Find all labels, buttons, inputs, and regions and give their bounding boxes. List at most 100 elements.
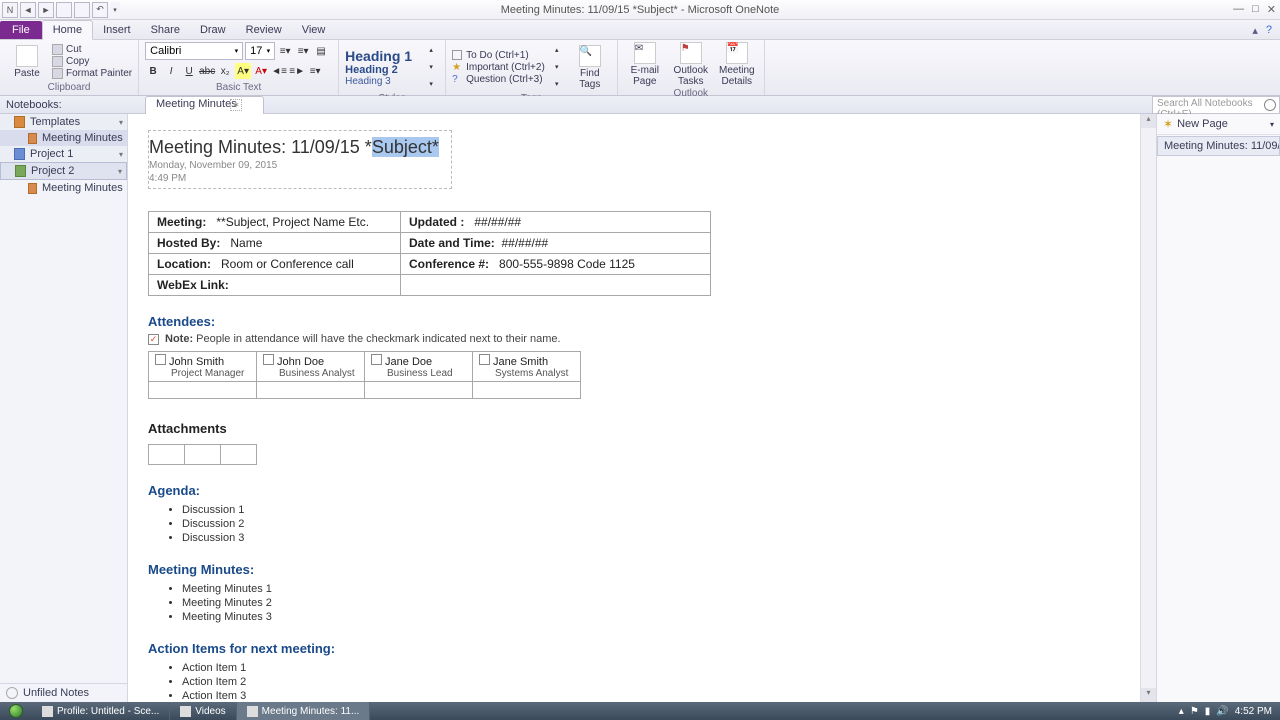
italic-button[interactable]: I xyxy=(163,63,179,79)
highlight-button[interactable]: A▾ xyxy=(235,63,251,79)
format-painter-button[interactable]: Format Painter xyxy=(52,68,132,79)
scrollbar[interactable]: ▴ ▾ xyxy=(1140,114,1156,702)
list-item[interactable]: Action Item 2 xyxy=(182,676,1144,688)
more-text-button[interactable]: ▤ xyxy=(313,43,329,59)
meeting-info-table[interactable]: Meeting: **Subject, Project Name Etc. Up… xyxy=(148,211,711,296)
tab-draw[interactable]: Draw xyxy=(190,21,236,39)
tags-more[interactable]: ▾ xyxy=(549,76,565,92)
tags-prev[interactable]: ▴ xyxy=(549,42,565,58)
attendee-cell[interactable]: John SmithProject Manager xyxy=(149,352,257,382)
checkbox-icon[interactable] xyxy=(263,354,274,365)
add-section-button[interactable]: ✶ xyxy=(230,99,242,111)
styles-next[interactable]: ▾ xyxy=(423,59,439,75)
tags-gallery[interactable]: To Do (Ctrl+1) ★Important (Ctrl+2) ?Ques… xyxy=(452,50,545,85)
list-item[interactable]: Discussion 1 xyxy=(182,504,1144,516)
page-item[interactable]: Meeting Minutes: 11/09/15 *Su xyxy=(1157,136,1280,156)
list-item[interactable]: Discussion 2 xyxy=(182,518,1144,530)
tag-important[interactable]: ★Important (Ctrl+2) xyxy=(452,62,545,73)
attendee-empty-cell[interactable] xyxy=(365,382,473,399)
tab-home[interactable]: Home xyxy=(42,20,93,40)
tag-todo[interactable]: To Do (Ctrl+1) xyxy=(452,50,545,61)
list-item[interactable]: Meeting Minutes 3 xyxy=(182,611,1144,623)
tray-network-icon[interactable]: ▮ xyxy=(1205,706,1211,717)
font-size-select[interactable]: 17▾ xyxy=(245,42,275,60)
subscript-button[interactable]: x₂ xyxy=(217,63,233,79)
cut-button[interactable]: Cut xyxy=(52,44,132,55)
actions-list[interactable]: Action Item 1 Action Item 2 Action Item 3 xyxy=(182,662,1144,702)
scroll-up-button[interactable]: ▴ xyxy=(1141,114,1156,128)
find-tags-button[interactable]: 🔍 Find Tags xyxy=(569,45,611,90)
attachments-table[interactable] xyxy=(148,444,257,465)
note-canvas[interactable]: Meeting Minutes: 11/09/15 *Subject* Mond… xyxy=(128,114,1156,702)
taskbar-item[interactable]: Videos xyxy=(170,702,236,720)
taskbar-item[interactable]: Profile: Untitled - Sce... xyxy=(32,702,170,720)
style-heading3[interactable]: Heading 3 xyxy=(345,76,419,87)
scroll-down-button[interactable]: ▾ xyxy=(1141,688,1156,702)
attendee-cell[interactable]: John DoeBusiness Analyst xyxy=(257,352,365,382)
checkbox-icon[interactable] xyxy=(479,354,490,365)
bold-button[interactable]: B xyxy=(145,63,161,79)
style-heading1[interactable]: Heading 1 xyxy=(345,48,419,64)
tab-file[interactable]: File xyxy=(0,21,42,39)
meeting-details-button[interactable]: 📅Meeting Details xyxy=(716,42,758,87)
styles-gallery[interactable]: Heading 1 Heading 2 Heading 3 xyxy=(345,48,419,87)
tags-next[interactable]: ▾ xyxy=(549,59,565,75)
new-page-button[interactable]: ✶ New Page ▾ xyxy=(1157,114,1280,135)
sidebar-notebook-templates[interactable]: Templates ▾ xyxy=(0,114,127,130)
numbering-button[interactable]: ≡▾ xyxy=(295,43,311,59)
system-tray[interactable]: ▴ ⚑ ▮ 🔊 4:52 PM xyxy=(1179,706,1280,717)
styles-prev[interactable]: ▴ xyxy=(423,42,439,58)
note-title[interactable]: Meeting Minutes: 11/09/15 *Subject* xyxy=(149,137,439,158)
chevron-down-icon[interactable]: ▾ xyxy=(119,150,123,159)
sidebar-notebook-project1[interactable]: Project 1 ▾ xyxy=(0,146,127,162)
font-name-select[interactable]: Calibri▾ xyxy=(145,42,243,60)
section-tab[interactable]: Meeting Minutes xyxy=(145,96,264,114)
styles-more[interactable]: ▾ xyxy=(423,76,439,92)
maximize-button[interactable]: □ xyxy=(1252,3,1259,16)
sidebar-section-meeting-minutes[interactable]: Meeting Minutes xyxy=(0,130,127,146)
sidebar-section-p2-meeting-minutes[interactable]: Meeting Minutes xyxy=(0,180,127,196)
copy-button[interactable]: Copy xyxy=(52,56,132,67)
chevron-down-icon[interactable]: ▾ xyxy=(119,118,123,127)
list-item[interactable]: Meeting Minutes 1 xyxy=(182,583,1144,595)
sidebar-notebook-project2[interactable]: Project 2 ▾ xyxy=(0,162,127,180)
paste-button[interactable]: Paste xyxy=(6,45,48,79)
note-title-container[interactable]: Meeting Minutes: 11/09/15 *Subject* Mond… xyxy=(148,130,452,189)
help-icon[interactable]: ? xyxy=(1266,24,1272,37)
align-button[interactable]: ≡▾ xyxy=(307,63,323,79)
tray-time[interactable]: 4:52 PM xyxy=(1235,706,1272,717)
font-color-button[interactable]: A▾ xyxy=(253,63,269,79)
ribbon-minimize-icon[interactable]: ▴ xyxy=(1252,24,1258,37)
tray-arrow-icon[interactable]: ▴ xyxy=(1179,706,1184,717)
indent-button[interactable]: ≡► xyxy=(289,63,305,79)
list-item[interactable]: Action Item 3 xyxy=(182,690,1144,702)
tab-view[interactable]: View xyxy=(292,21,336,39)
close-button[interactable]: ✕ xyxy=(1267,3,1276,16)
outlook-tasks-button[interactable]: ⚑Outlook Tasks xyxy=(670,42,712,87)
email-page-button[interactable]: ✉E-mail Page xyxy=(624,42,666,87)
attendee-empty-cell[interactable] xyxy=(257,382,365,399)
style-heading2[interactable]: Heading 2 xyxy=(345,64,419,76)
tab-insert[interactable]: Insert xyxy=(93,21,141,39)
tag-question[interactable]: ?Question (Ctrl+3) xyxy=(452,74,545,85)
attendee-cell[interactable]: Jane DoeBusiness Lead xyxy=(365,352,473,382)
checkbox-icon[interactable] xyxy=(371,354,382,365)
search-input[interactable]: Search All Notebooks (Ctrl+E) xyxy=(1152,96,1280,114)
tab-share[interactable]: Share xyxy=(141,21,190,39)
minutes-list[interactable]: Meeting Minutes 1Meeting Minutes 2Meetin… xyxy=(182,583,1144,623)
chevron-down-icon[interactable]: ▾ xyxy=(118,167,122,176)
strike-button[interactable]: abc xyxy=(199,63,215,79)
start-button[interactable] xyxy=(0,702,32,720)
taskbar-item[interactable]: Meeting Minutes: 11... xyxy=(237,702,371,720)
attendee-empty-cell[interactable] xyxy=(149,382,257,399)
tray-volume-icon[interactable]: 🔊 xyxy=(1216,706,1228,717)
attendees-table[interactable]: John SmithProject Manager John DoeBusine… xyxy=(148,351,581,399)
attendee-cell[interactable]: Jane SmithSystems Analyst xyxy=(473,352,581,382)
list-item[interactable]: Action Item 1 xyxy=(182,662,1144,674)
tab-review[interactable]: Review xyxy=(236,21,292,39)
chevron-down-icon[interactable]: ▾ xyxy=(1270,120,1274,129)
agenda-list[interactable]: Discussion 1 Discussion 2 Discussion 3 xyxy=(182,504,1144,544)
list-item[interactable]: Discussion 3 xyxy=(182,532,1144,544)
unfiled-notes-button[interactable]: Unfiled Notes xyxy=(0,683,127,702)
checkbox-icon[interactable] xyxy=(155,354,166,365)
